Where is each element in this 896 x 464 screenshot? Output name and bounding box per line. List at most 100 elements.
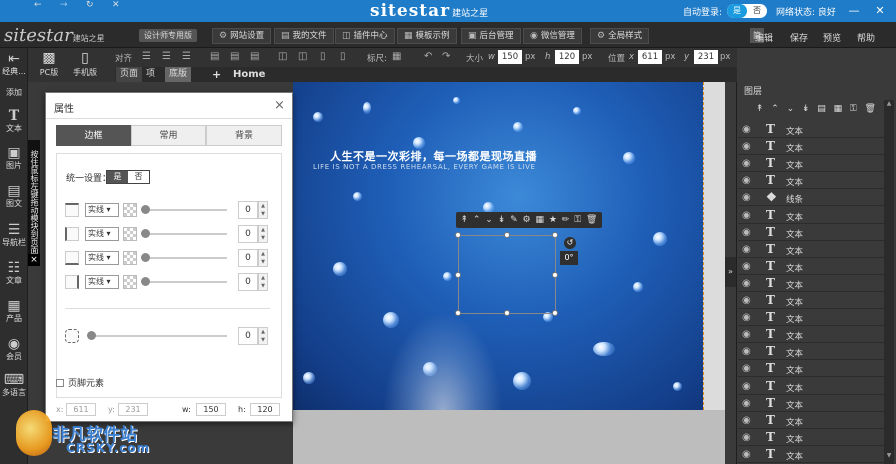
tab-base[interactable]: 底版 bbox=[165, 67, 192, 82]
layer-row[interactable]: ◉ T 文本 bbox=[738, 447, 884, 463]
resize-handle[interactable] bbox=[552, 272, 558, 278]
slider-knob[interactable] bbox=[141, 253, 150, 262]
border-width-slider[interactable] bbox=[141, 257, 227, 259]
slider-knob[interactable] bbox=[141, 205, 150, 214]
redo-icon[interactable]: ↷ bbox=[442, 51, 450, 62]
eye-icon[interactable]: ◉ bbox=[742, 158, 751, 169]
delete-icon[interactable]: 🗑 bbox=[865, 104, 876, 118]
tab-page[interactable]: 页面 bbox=[116, 67, 143, 82]
collapse-panel-icon[interactable]: » bbox=[725, 257, 736, 287]
move-up-icon[interactable]: ⌃ bbox=[771, 104, 779, 118]
radius-input[interactable]: 0 bbox=[238, 327, 258, 345]
resize-handle[interactable] bbox=[552, 232, 558, 238]
unify-no[interactable]: 否 bbox=[128, 171, 149, 183]
height-input[interactable]: 120 bbox=[555, 50, 579, 64]
stepper[interactable]: ▲ ▼ bbox=[258, 249, 268, 267]
hero-subtitle[interactable]: LIFE IS NOT A DRESS REHEARSAL, EVERY GAM… bbox=[313, 163, 536, 171]
layer-row[interactable]: ◉ T 文本 bbox=[738, 156, 884, 173]
exit-classic-button[interactable]: ⇤ 经典... bbox=[0, 51, 28, 77]
lock-icon[interactable]: ⚿ bbox=[850, 104, 857, 118]
resize-handle[interactable] bbox=[504, 310, 510, 316]
layers-scrollbar[interactable] bbox=[884, 100, 894, 464]
move-bottom-icon[interactable]: ↡ bbox=[802, 104, 810, 118]
tool-member[interactable]: ◉ 会员 bbox=[0, 336, 28, 362]
eye-icon[interactable]: ◉ bbox=[742, 192, 751, 203]
border-style-select[interactable]: 实线 ▾ bbox=[85, 275, 119, 289]
delete-icon[interactable]: 🗑 bbox=[586, 215, 597, 225]
forward-arrow-icon[interactable]: → bbox=[60, 0, 68, 10]
border-width-slider[interactable] bbox=[141, 209, 227, 211]
resize-handle[interactable] bbox=[552, 310, 558, 316]
border-style-select[interactable]: 实线 ▾ bbox=[85, 251, 119, 265]
tool-image-text[interactable]: ▤ 图文 bbox=[0, 183, 28, 209]
device-mobile[interactable]: ▯ 手机版 bbox=[68, 50, 102, 78]
eye-icon[interactable]: ◉ bbox=[742, 312, 751, 323]
minimize-icon[interactable]: — bbox=[846, 3, 862, 19]
save-menu[interactable]: 保存 bbox=[790, 31, 808, 44]
layer-row[interactable]: ◉ T 文本 bbox=[738, 310, 884, 327]
stepper[interactable]: ▲ ▼ bbox=[258, 201, 268, 219]
tool-image[interactable]: ▣ 图片 bbox=[0, 145, 28, 171]
layer-row[interactable]: ◉ T 文本 bbox=[738, 344, 884, 361]
stepper[interactable]: ▲ ▼ bbox=[258, 273, 268, 291]
eye-icon[interactable]: ◉ bbox=[742, 346, 751, 357]
rotate-icon[interactable]: ↺ bbox=[564, 237, 576, 249]
eye-icon[interactable]: ◉ bbox=[742, 175, 751, 186]
menu-templates[interactable]: ▦ 模板示例 bbox=[397, 28, 457, 44]
scroll-up-icon[interactable]: ▲ bbox=[884, 100, 894, 110]
tab-background[interactable]: 背景 bbox=[206, 125, 282, 146]
layer-row[interactable]: ◉ T 文本 bbox=[738, 122, 884, 138]
layer-row[interactable]: ◉ T 文本 bbox=[738, 413, 884, 429]
animation-icon[interactable]: ★ bbox=[549, 215, 557, 225]
tab-common[interactable]: 常用 bbox=[131, 125, 206, 146]
same-height-icon[interactable]: ▯ bbox=[340, 51, 346, 62]
align-center-icon[interactable]: ☰ bbox=[162, 51, 171, 62]
menu-wechat[interactable]: ◉ 微信管理 bbox=[523, 28, 582, 44]
move-down-bottom-icon[interactable]: ↡ bbox=[498, 215, 506, 225]
stop-icon[interactable]: ✕ bbox=[112, 0, 120, 10]
eye-icon[interactable]: ◉ bbox=[742, 124, 751, 135]
layer-row[interactable]: ◉ T 文本 bbox=[738, 208, 884, 224]
align-left-icon[interactable]: ☰ bbox=[142, 51, 151, 62]
distribute-v-icon[interactable]: ◫ bbox=[298, 51, 307, 62]
lock-icon[interactable]: ⚿ bbox=[574, 215, 581, 225]
tip-close-icon[interactable]: × bbox=[28, 254, 40, 266]
border-width-input[interactable]: 0 bbox=[238, 249, 258, 267]
tool-article[interactable]: ☷ 文章 bbox=[0, 260, 28, 286]
stepper[interactable]: ▲ ▼ bbox=[258, 225, 268, 243]
align-right-icon[interactable]: ☰ bbox=[182, 51, 191, 62]
layer-row[interactable]: ◉ ❖ 线条 bbox=[738, 190, 884, 207]
eye-icon[interactable]: ◉ bbox=[742, 261, 751, 272]
stepper[interactable]: ▲ ▼ bbox=[258, 327, 268, 345]
page-home[interactable]: Home bbox=[229, 67, 269, 82]
device-pc[interactable]: ▩ PC版 bbox=[32, 50, 66, 78]
resize-handle[interactable] bbox=[455, 310, 461, 316]
width-input[interactable]: 150 bbox=[498, 50, 522, 64]
panel-close-icon[interactable]: × bbox=[274, 98, 285, 113]
tab-item[interactable]: 项 bbox=[142, 67, 159, 82]
autologin-toggle[interactable]: 是 否 bbox=[727, 4, 767, 18]
border-color-picker[interactable] bbox=[123, 275, 137, 289]
scroll-down-icon[interactable]: ▼ bbox=[884, 452, 894, 462]
border-width-slider[interactable] bbox=[141, 233, 227, 235]
layer-row[interactable]: ◉ T 文本 bbox=[738, 396, 884, 412]
brush-icon[interactable]: ✏ bbox=[562, 215, 570, 225]
layer-row[interactable]: ◉ T 文本 bbox=[738, 327, 884, 344]
settings-icon[interactable]: ⚙ bbox=[523, 215, 531, 225]
ruler-icon[interactable]: ▦ bbox=[392, 51, 401, 62]
menu-my-files[interactable]: ▤ 我的文件 bbox=[274, 28, 334, 44]
tool-product[interactable]: ▦ 产品 bbox=[0, 298, 28, 324]
layer-row[interactable]: ◉ T 文本 bbox=[738, 139, 884, 156]
align-top-icon[interactable]: ▤ bbox=[210, 51, 219, 62]
eye-icon[interactable]: ◉ bbox=[742, 295, 751, 306]
coord-y-input[interactable]: 231 bbox=[118, 403, 148, 416]
align-middle-icon[interactable]: ▤ bbox=[230, 51, 239, 62]
edit-icon[interactable]: ✎ bbox=[510, 215, 518, 225]
menu-site-settings[interactable]: ⚙ 网站设置 bbox=[212, 28, 272, 44]
menu-admin[interactable]: ▣ 后台管理 bbox=[461, 28, 521, 44]
border-color-picker[interactable] bbox=[123, 203, 137, 217]
border-width-input[interactable]: 0 bbox=[238, 201, 258, 219]
resize-handle[interactable] bbox=[455, 232, 461, 238]
coord-x-input[interactable]: 611 bbox=[66, 403, 96, 416]
border-style-select[interactable]: 实线 ▾ bbox=[85, 227, 119, 241]
